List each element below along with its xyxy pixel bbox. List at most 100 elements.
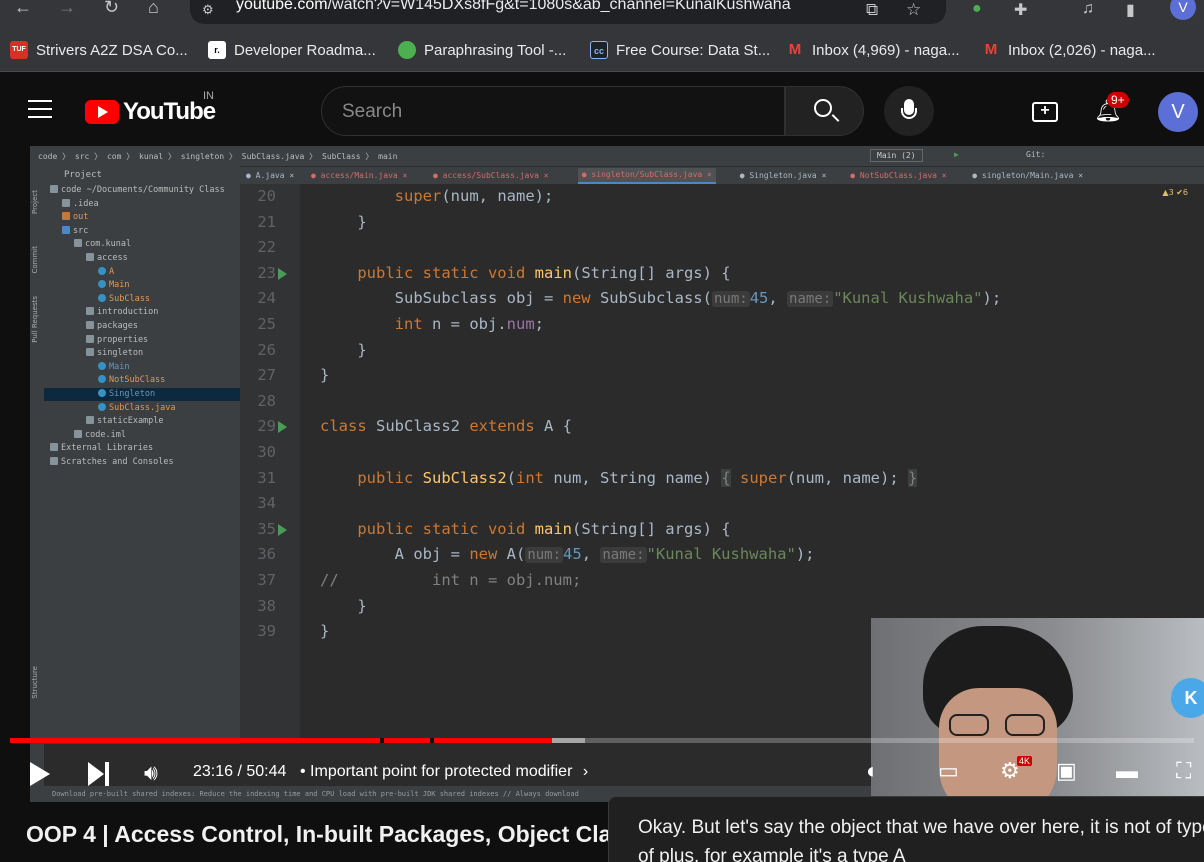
- search-input[interactable]: Search: [321, 86, 785, 136]
- project-tree-item[interactable]: .idea: [44, 198, 240, 211]
- reload-icon[interactable]: ↻: [104, 0, 119, 20]
- ide-tab[interactable]: ● access/Main.java ×: [311, 171, 407, 180]
- play-button[interactable]: [30, 762, 50, 786]
- project-tree-item[interactable]: introduction: [44, 306, 240, 319]
- miniplayer-icon[interactable]: ▣: [1056, 758, 1077, 784]
- project-tree-item[interactable]: packages: [44, 320, 240, 333]
- code-line[interactable]: 20 super(num, name);: [240, 184, 1204, 209]
- ide-tab[interactable]: ● access/SubClass.java ×: [433, 171, 549, 180]
- video-player[interactable]: code 〉 src 〉 com 〉 kunal 〉 singleton 〉 S…: [30, 146, 1204, 802]
- project-tree-item[interactable]: NotSubClass: [44, 374, 240, 387]
- tool-commit-label: Commit: [31, 246, 39, 274]
- install-icon[interactable]: ⧉: [866, 0, 878, 20]
- browser-profile-avatar[interactable]: V: [1170, 0, 1196, 20]
- chapter-button[interactable]: • Important point for protected modifier…: [300, 763, 588, 781]
- line-number: 26: [257, 340, 276, 359]
- bookmark-star-icon[interactable]: ☆: [906, 0, 921, 20]
- bookmark-item[interactable]: M Inbox (2,026) - naga...: [982, 38, 1156, 62]
- ide-tab[interactable]: ● NotSubClass.java ×: [850, 171, 946, 180]
- tool-project-label: Project: [31, 190, 39, 214]
- project-tree-label: .idea: [73, 198, 99, 209]
- project-tree-item[interactable]: Main: [44, 361, 240, 374]
- account-avatar[interactable]: V: [1158, 92, 1198, 132]
- home-icon[interactable]: ⌂: [148, 0, 159, 20]
- code-line[interactable]: 35 public static void main(String[] args…: [240, 517, 1204, 542]
- code-line[interactable]: 22: [240, 235, 1204, 260]
- code-line[interactable]: 27}: [240, 363, 1204, 388]
- forward-icon[interactable]: →: [58, 0, 76, 20]
- code-line[interactable]: 23 public static void main(String[] args…: [240, 261, 1204, 286]
- media-controls-icon[interactable]: ♫: [1082, 0, 1094, 18]
- ide-tab[interactable]: ● singleton/Main.java ×: [972, 171, 1083, 180]
- project-tree-item[interactable]: com.kunal: [44, 238, 240, 251]
- project-tree-item[interactable]: staticExample: [44, 415, 240, 428]
- channel-watermark-logo[interactable]: K: [1171, 678, 1204, 718]
- project-tree-item[interactable]: SubClass: [44, 293, 240, 306]
- create-video-icon[interactable]: +: [1032, 102, 1058, 122]
- bookmark-item[interactable]: r. Developer Roadma...: [208, 38, 376, 62]
- bookmark-item[interactable]: Paraphrasing Tool -...: [398, 38, 566, 62]
- code-line[interactable]: 24 SubSubclass obj = new SubSubclass(num…: [240, 286, 1204, 311]
- run-gutter-icon[interactable]: [278, 421, 287, 434]
- bookmark-item[interactable]: cc Free Course: Data St...: [590, 38, 770, 62]
- project-tree-item[interactable]: access: [44, 252, 240, 265]
- project-tree-item[interactable]: src: [44, 225, 240, 238]
- run-gutter-icon[interactable]: [278, 267, 287, 280]
- run-gutter-icon[interactable]: [278, 523, 287, 536]
- folder-icon: [50, 185, 58, 193]
- code-line[interactable]: 30: [240, 440, 1204, 465]
- project-tree-item[interactable]: Main: [44, 279, 240, 292]
- search-button[interactable]: [785, 86, 864, 136]
- address-bar[interactable]: ⚙ youtube.com/watch?v=W145DXs8fFg&t=1080…: [190, 0, 946, 24]
- project-tree-item[interactable]: properties: [44, 334, 240, 347]
- folder-icon: [62, 198, 70, 207]
- project-tree-item[interactable]: singleton: [44, 347, 240, 360]
- line-number: 30: [257, 443, 276, 461]
- menu-icon[interactable]: [28, 100, 52, 118]
- bookmark-label: Developer Roadma...: [234, 41, 376, 59]
- ide-git-label: Git:: [1026, 150, 1046, 159]
- code-line[interactable]: 28: [240, 389, 1204, 414]
- notification-badge: 9+: [1107, 92, 1129, 108]
- volume-icon[interactable]: 🔊︎: [144, 760, 158, 786]
- code-line[interactable]: 25 int n = obj.num;: [240, 312, 1204, 337]
- code-line[interactable]: 34: [240, 491, 1204, 516]
- code-line[interactable]: 37 // int n = obj.num;: [240, 568, 1204, 593]
- project-tree-item[interactable]: External Libraries: [44, 442, 240, 455]
- next-video-button[interactable]: [88, 762, 112, 786]
- subtitles-icon[interactable]: ▭: [938, 758, 959, 784]
- ide-tab[interactable]: ● Singleton.java ×: [740, 171, 827, 180]
- project-tree-label: staticExample: [97, 416, 164, 427]
- project-tree-item[interactable]: out: [44, 211, 240, 224]
- project-tree-item[interactable]: code.iml: [44, 429, 240, 442]
- code-line[interactable]: 21 }: [240, 210, 1204, 235]
- progress-bar[interactable]: [10, 738, 1194, 743]
- youtube-logo[interactable]: YouTube IN: [85, 90, 216, 126]
- bookmark-item[interactable]: TUF Strivers A2Z DSA Co...: [10, 38, 188, 62]
- extensions-puzzle-icon[interactable]: ✚: [1014, 0, 1027, 20]
- autoplay-toggle[interactable]: ◐: [866, 758, 879, 784]
- extension-icon[interactable]: ●: [972, 0, 982, 18]
- youtube-play-icon: [85, 100, 119, 124]
- back-icon[interactable]: ←: [14, 0, 32, 20]
- bookmark-item[interactable]: M Inbox (4,969) - naga...: [786, 38, 960, 62]
- ide-tab[interactable]: ● singleton/SubClass.java ×: [577, 168, 716, 184]
- voice-search-button[interactable]: [884, 86, 934, 136]
- project-tree: code ~/Documents/Community Class .idea out…: [44, 184, 240, 744]
- code-line[interactable]: 38 }: [240, 594, 1204, 619]
- project-tree-item[interactable]: SubClass.java: [44, 402, 240, 415]
- code-line[interactable]: 36 A obj = new A(num: 45, name: "Kunal Kus…: [240, 542, 1204, 567]
- project-tree-item[interactable]: code ~/Documents/Community Class: [44, 184, 240, 197]
- project-tree-item[interactable]: Scratches and Consoles: [44, 456, 240, 469]
- code-line[interactable]: 29 class SubClass2 extends A {: [240, 414, 1204, 439]
- fullscreen-icon[interactable]: ⛶: [1176, 758, 1191, 784]
- code-line[interactable]: 26 }: [240, 338, 1204, 363]
- code-line[interactable]: 31 public SubClass2(int num, String name…: [240, 466, 1204, 491]
- project-tree-item[interactable]: A: [44, 266, 240, 279]
- side-panel-icon[interactable]: ▮: [1126, 0, 1135, 20]
- ide-tab[interactable]: ● A.java ×: [246, 171, 294, 180]
- theater-mode-icon[interactable]: ▬: [1116, 758, 1138, 784]
- site-info-icon[interactable]: ⚙: [202, 2, 220, 17]
- project-tree-item[interactable]: Singleton: [44, 388, 240, 401]
- webcam-overlay: K: [871, 618, 1204, 802]
